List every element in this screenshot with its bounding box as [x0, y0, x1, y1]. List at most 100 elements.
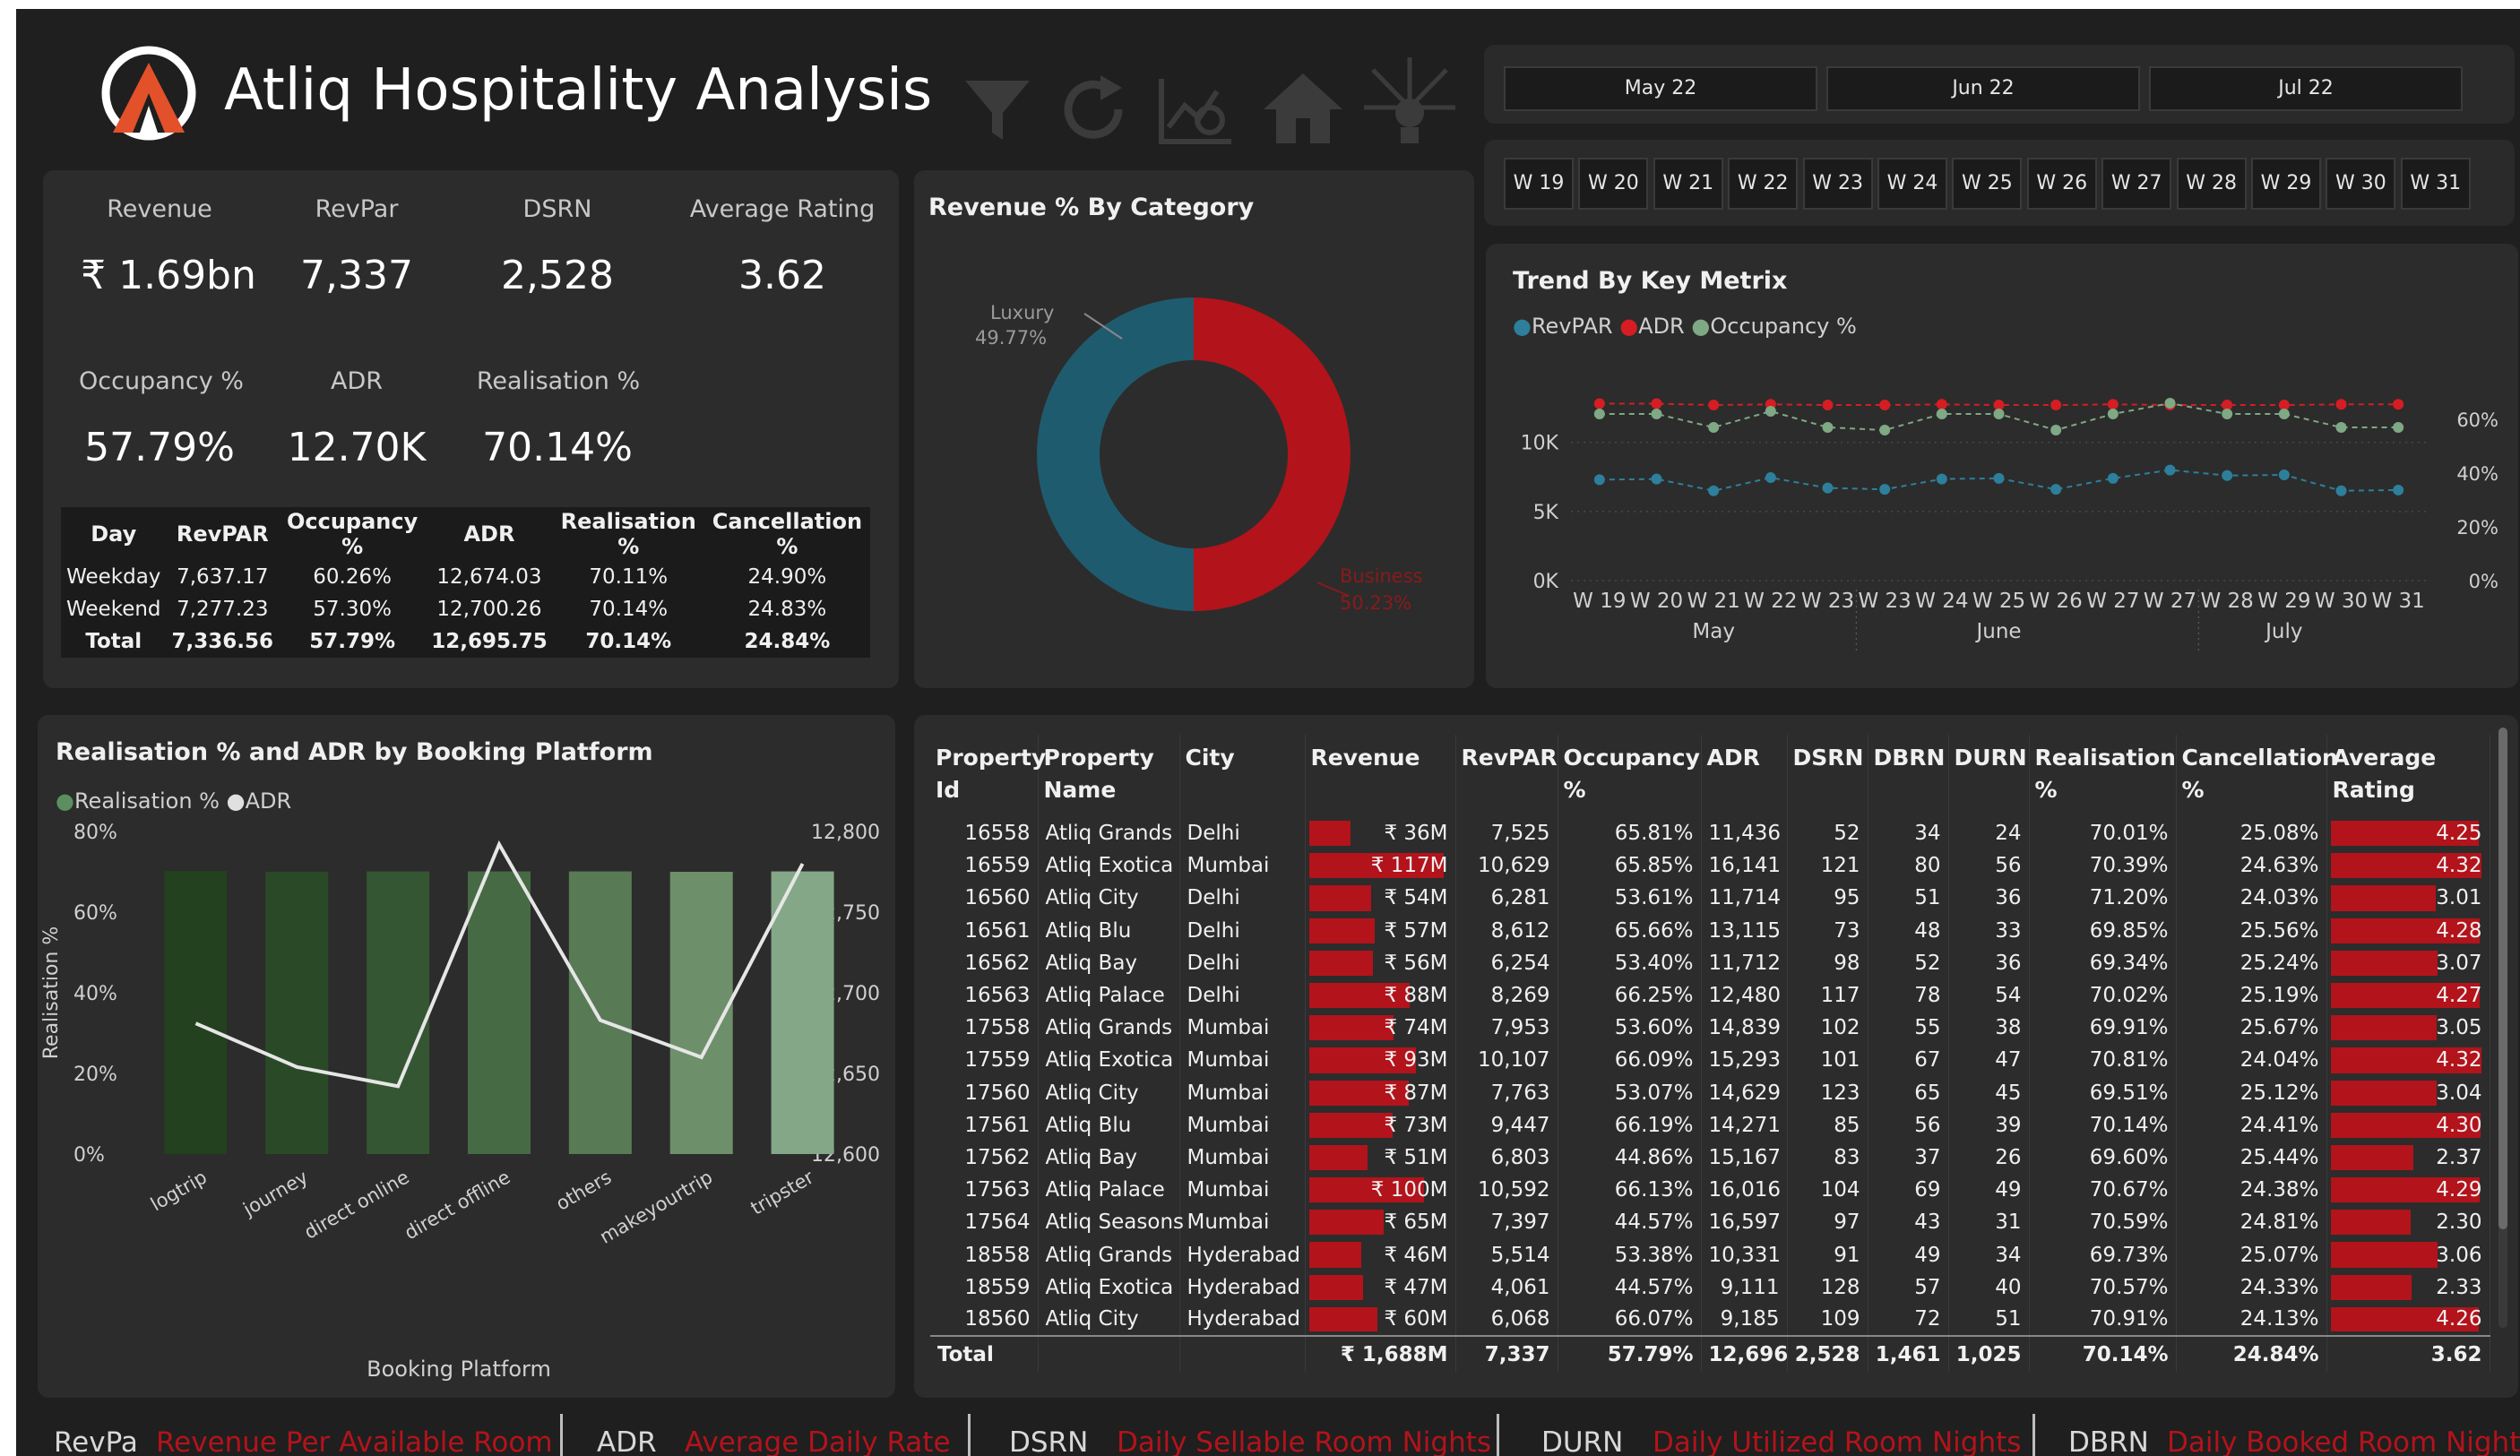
trend-point[interactable] — [2222, 470, 2233, 481]
donut-slice-business[interactable] — [1194, 297, 1351, 611]
day-table-header[interactable]: RevPAR — [167, 507, 280, 561]
property-table-row[interactable]: 17561 Atliq Blu Mumbai ₹ 73M 9,447 66.19% 14,2… — [930, 1108, 2490, 1142]
trend-point[interactable] — [2107, 399, 2119, 410]
property-table-row[interactable]: 16560 Atliq City Delhi ₹ 54M 6,281 53.61% 11,7… — [930, 882, 2490, 915]
week-button[interactable]: W 25 — [1952, 158, 2023, 210]
realisation-bar[interactable] — [164, 871, 228, 1154]
trend-point[interactable] — [2278, 469, 2290, 480]
trend-point[interactable] — [1879, 400, 1891, 411]
trend-point[interactable] — [1879, 484, 1891, 495]
property-table-header[interactable]: Property Id — [930, 735, 1046, 817]
day-table-header[interactable]: Occupancy % — [279, 507, 426, 561]
month-button[interactable]: Jun 22 — [1826, 66, 2140, 111]
trend-point[interactable] — [1593, 409, 1605, 419]
trend-point[interactable] — [2107, 409, 2119, 419]
week-button[interactable]: W 23 — [1802, 158, 1873, 210]
trend-point[interactable] — [2222, 409, 2233, 419]
property-table-row[interactable]: 18558 Atliq Grands Hyderabad ₹ 46M 5,514 53.3… — [930, 1238, 2490, 1271]
week-button[interactable]: W 19 — [1504, 158, 1574, 210]
week-button[interactable]: W 30 — [2326, 158, 2396, 210]
week-button[interactable]: W 20 — [1578, 158, 1649, 210]
key-insights-icon[interactable] — [1360, 54, 1459, 152]
property-table-header[interactable]: Revenue — [1305, 735, 1456, 817]
property-table-row[interactable]: 16562 Atliq Bay Delhi ₹ 56M 6,254 53.40% 11,71… — [930, 946, 2490, 979]
month-button[interactable]: May 22 — [1504, 66, 1817, 111]
property-table-row[interactable]: 16558 Atliq Grands Delhi ₹ 36M 7,525 65.81% 11… — [930, 817, 2490, 850]
trend-point[interactable] — [1593, 474, 1605, 486]
trend-point[interactable] — [2393, 399, 2404, 410]
week-button[interactable]: W 27 — [2101, 158, 2172, 210]
filter-icon[interactable] — [962, 73, 1033, 145]
trend-point[interactable] — [1651, 473, 1662, 485]
property-table-row[interactable]: 17560 Atliq City Mumbai ₹ 87M 7,763 53.07% 14,… — [930, 1076, 2490, 1109]
property-table-header[interactable]: Realisation % — [2029, 735, 2177, 817]
week-button[interactable]: W 26 — [2026, 158, 2097, 210]
trend-point[interactable] — [2335, 422, 2347, 433]
realisation-bar[interactable] — [568, 871, 632, 1154]
property-table-row[interactable]: 18560 Atliq City Hyderabad ₹ 60M 6,068 66.07%… — [930, 1303, 2490, 1336]
trend-point[interactable] — [2107, 472, 2119, 484]
week-button[interactable]: W 28 — [2176, 158, 2247, 210]
chart-analysis-icon[interactable] — [1156, 73, 1237, 149]
table-scrollbar[interactable] — [2498, 728, 2507, 1328]
trend-point[interactable] — [2335, 399, 2347, 410]
day-table-row[interactable]: Weekend 7,277.23 57.30% 12,700.26 70.14% 24.8… — [61, 593, 870, 625]
revenue-category-donut[interactable]: Luxury 49.77% Business 50.23% — [914, 233, 1474, 681]
trend-point[interactable] — [2164, 464, 2176, 476]
day-table-row[interactable]: Total 7,336.56 57.79% 12,695.75 70.14% 24.84% — [61, 625, 870, 658]
week-button[interactable]: W 22 — [1728, 158, 1799, 210]
table-scrollbar-thumb[interactable] — [2498, 728, 2507, 1229]
property-table-header[interactable]: Cancellation % — [2176, 735, 2338, 817]
week-button[interactable]: W 24 — [1877, 158, 1947, 210]
trend-point[interactable] — [1936, 409, 1947, 419]
day-table-header[interactable]: ADR — [426, 507, 553, 561]
trend-point[interactable] — [1822, 400, 1834, 411]
trend-point[interactable] — [2278, 409, 2290, 419]
donut-slice-luxury[interactable] — [1037, 297, 1194, 611]
day-table-header[interactable]: Day — [61, 507, 167, 561]
trend-point[interactable] — [1708, 422, 1720, 433]
trend-point[interactable] — [2050, 425, 2062, 435]
trend-point[interactable] — [1879, 425, 1891, 435]
property-table-header[interactable]: DSRN — [1787, 735, 1868, 817]
property-table-row[interactable]: 18559 Atliq Exotica Hyderabad ₹ 47M 4,061 44.… — [930, 1271, 2490, 1304]
trend-point[interactable] — [1993, 472, 2005, 484]
day-table-header[interactable]: Realisation % — [553, 507, 704, 561]
trend-point[interactable] — [1708, 400, 1720, 411]
property-table-header[interactable]: Occupancy % — [1558, 735, 1702, 817]
trend-point[interactable] — [1993, 409, 2005, 419]
week-button[interactable]: W 29 — [2251, 158, 2321, 210]
day-table-row[interactable]: Weekday 7,637.17 60.26% 12,674.03 70.11% 24.9… — [61, 561, 870, 593]
property-table-header[interactable]: Average Rating — [2326, 735, 2490, 817]
property-table-header[interactable]: City — [1179, 735, 1306, 817]
property-table-row[interactable]: 17559 Atliq Exotica Mumbai ₹ 93M 10,107 66.09… — [930, 1044, 2490, 1077]
day-table-header[interactable]: Cancellation % — [704, 507, 870, 561]
property-table-row[interactable]: 17562 Atliq Bay Mumbai ₹ 51M 6,803 44.86% 15,1… — [930, 1141, 2490, 1175]
week-button[interactable]: W 31 — [2400, 158, 2471, 210]
property-table-row[interactable]: 16559 Atliq Exotica Mumbai ₹ 117M 10,629 65.8… — [930, 849, 2490, 883]
realisation-bar[interactable] — [265, 872, 329, 1154]
realisation-bar[interactable] — [468, 871, 531, 1154]
trend-point[interactable] — [2050, 484, 2062, 495]
trend-point[interactable] — [2393, 484, 2404, 495]
trend-point[interactable] — [1651, 409, 1662, 419]
week-button[interactable]: W 21 — [1653, 158, 1723, 210]
property-table-row[interactable]: 16563 Atliq Palace Delhi ₹ 88M 8,269 66.25% 12… — [930, 978, 2490, 1012]
trend-point[interactable] — [1765, 406, 1776, 417]
property-table-header[interactable]: DURN — [1948, 735, 2030, 817]
trend-point[interactable] — [1708, 485, 1720, 496]
trend-point[interactable] — [2164, 398, 2176, 409]
home-icon[interactable] — [1262, 70, 1344, 147]
trend-point[interactable] — [1822, 482, 1834, 494]
trend-point[interactable] — [2050, 400, 2062, 411]
property-table-header[interactable]: Property Name — [1038, 735, 1180, 817]
trend-point[interactable] — [1765, 472, 1776, 484]
trend-line-chart[interactable]: 0K5K10K0%20%40%60%W 19 W 20 W 21 W 22 W 23 W … — [1486, 333, 2518, 688]
month-button[interactable]: Jul 22 — [2149, 66, 2463, 111]
property-table-header[interactable]: DBRN — [1868, 735, 1949, 817]
trend-point[interactable] — [1936, 473, 1947, 485]
platform-combo-chart[interactable]: 0%20%40%60%80%12,60012,65012,70012,75012… — [38, 805, 895, 1398]
property-table-header[interactable]: RevPAR — [1455, 735, 1558, 817]
trend-point[interactable] — [2393, 422, 2404, 433]
property-table-header[interactable]: ADR — [1701, 735, 1788, 817]
